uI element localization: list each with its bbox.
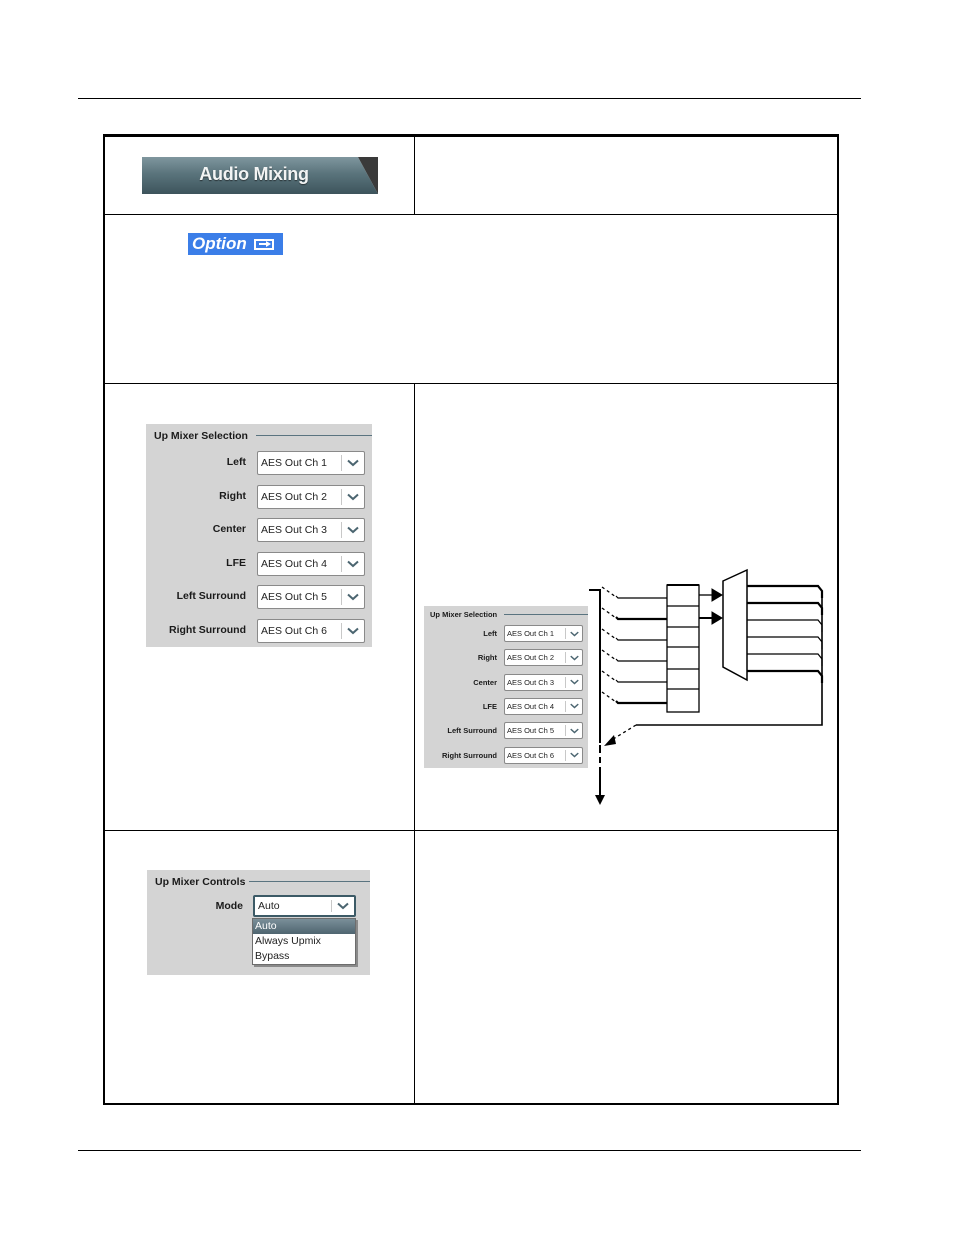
chevron-down-icon[interactable]	[342, 620, 364, 642]
header-rule	[78, 98, 861, 99]
chevron-down-icon[interactable]	[342, 452, 364, 474]
panel-title: Up Mixer Selection	[154, 430, 248, 442]
upmixer-output-line	[747, 601, 824, 615]
mode-option[interactable]: Bypass	[253, 949, 355, 964]
upmixer-output-line	[747, 653, 823, 666]
footer-rule	[78, 1150, 861, 1151]
select-value: AES Out Ch 5	[261, 591, 327, 604]
upmixer-controls-desc-cell	[415, 830, 837, 1105]
channel-tap-line	[601, 586, 668, 599]
field-label: Right Surround	[169, 624, 246, 636]
header-cell-right	[415, 137, 837, 214]
table-row-header: Audio Mixing	[105, 137, 837, 215]
option-label: Option	[192, 234, 247, 253]
main-bus	[589, 589, 601, 795]
output-arrow-icon	[595, 795, 605, 805]
mode-dropdown-list: Auto Always Upmix Bypass	[252, 918, 356, 965]
channel-box	[666, 584, 700, 713]
mode-option[interactable]: Always Upmix	[253, 934, 355, 949]
upmixer-output-line	[747, 619, 823, 632]
select-value: AES Out Ch 3	[261, 524, 327, 537]
title-divider	[249, 881, 370, 882]
channel-select-left-surround[interactable]: AES Out Ch 5	[257, 585, 365, 610]
audio-mixing-tab[interactable]: Audio Mixing	[142, 157, 378, 194]
field-label: LFE	[226, 556, 246, 569]
field-label: Right	[219, 489, 246, 502]
channel-select-center[interactable]: AES Out Ch 3	[257, 518, 365, 543]
channel-select-left[interactable]: AES Out Ch 1	[257, 451, 365, 475]
chevron-down-icon[interactable]	[342, 586, 364, 608]
upmixer-output-line	[747, 636, 823, 649]
field-label: Left	[226, 456, 246, 468]
upmixer-selection-cell: Up Mixer Selection Left AES Out Ch 1 Right…	[105, 383, 415, 830]
return-arrow-icon	[604, 735, 616, 746]
title-divider	[256, 435, 372, 436]
channel-tap-line	[601, 649, 668, 662]
chevron-down-icon[interactable]	[332, 897, 354, 915]
upmixer-controls-cell: Up Mixer Controls Mode Auto Auto Always U…	[105, 830, 415, 1105]
channel-select-right[interactable]: AES Out Ch 2	[257, 484, 365, 509]
header-cell-left: Audio Mixing	[105, 137, 415, 214]
mode-option[interactable]: Auto	[253, 919, 355, 934]
channel-tap-line	[601, 607, 668, 621]
channel-tap-line	[601, 670, 668, 683]
table-row-option: Option	[105, 214, 837, 384]
mode-value: Auto	[258, 900, 280, 912]
mode-label: Mode	[215, 900, 243, 912]
select-value: AES Out Ch 1	[261, 457, 327, 469]
panel-title: Up Mixer Controls	[155, 876, 246, 888]
chevron-down-icon[interactable]	[342, 519, 364, 541]
mode-select[interactable]: Auto	[253, 895, 356, 917]
settings-table: Audio Mixing Option Up Mixer Selection L…	[103, 134, 839, 1105]
upmixer-block	[722, 568, 748, 682]
select-value: AES Out Ch 6	[261, 625, 327, 637]
chevron-down-icon[interactable]	[342, 486, 364, 508]
upmixer-output-line	[747, 669, 824, 683]
select-value: AES Out Ch 4	[261, 557, 327, 570]
channel-select-right-surround[interactable]: AES Out Ch 6	[257, 619, 365, 643]
channel-select-lfe[interactable]: AES Out Ch 4	[257, 551, 365, 576]
option-badge: Option	[188, 233, 283, 255]
upmixer-selection-panel: Up Mixer Selection Left AES Out Ch 1 Right…	[146, 424, 372, 647]
chevron-down-icon[interactable]	[342, 553, 364, 575]
upmixer-diagram-cell: Up Mixer Selection Left AES Out Ch 1 Right…	[415, 383, 837, 830]
upmixer-signal-diagram	[589, 568, 824, 805]
select-value: AES Out Ch 2	[261, 490, 327, 503]
table-row-upmixer-controls: Up Mixer Controls Mode Auto Auto Always U…	[105, 830, 837, 1105]
field-label: Center	[212, 523, 246, 536]
channel-tap-line	[601, 691, 668, 705]
arrow-right-box-icon	[253, 238, 274, 250]
channel-tap-line	[601, 628, 668, 641]
field-label: Left Surround	[176, 590, 246, 603]
table-row-upmixer-selection: Up Mixer Selection Left AES Out Ch 1 Right…	[105, 383, 837, 831]
upmixer-controls-panel: Up Mixer Controls Mode Auto Auto Always U…	[147, 870, 370, 975]
upmixer-output-line	[747, 584, 824, 598]
tab-label: Audio Mixing	[199, 164, 309, 184]
